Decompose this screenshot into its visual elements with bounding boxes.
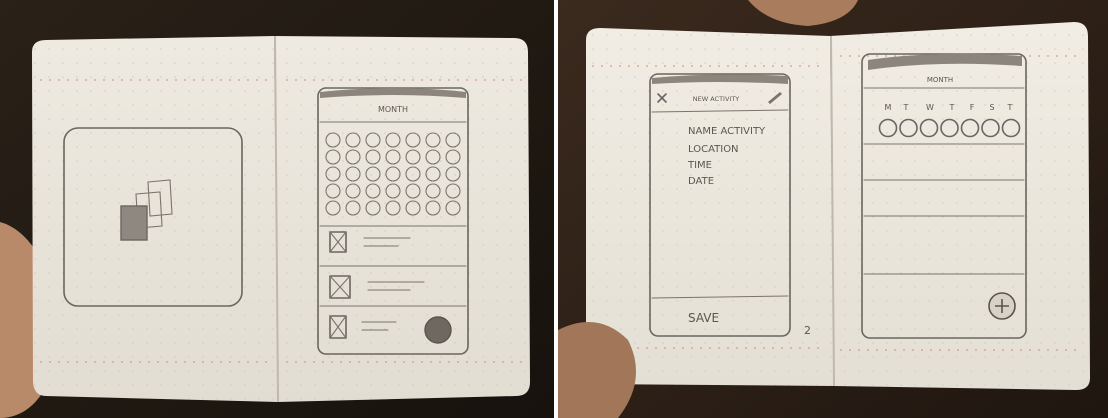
weekday-label: F: [970, 103, 975, 112]
new-activity-header-title: NEW ACTIVITY: [693, 95, 740, 103]
photo-right: NEW ACTIVITY NAME ACTIVITY LOCATION TIME…: [558, 0, 1108, 418]
field-date: DATE: [688, 176, 714, 187]
weekday-label: M: [885, 103, 892, 112]
field-time: TIME: [687, 160, 712, 171]
save-label: SAVE: [688, 311, 719, 325]
photo-collage: MONTH NEW ACTIVITY NAME ACTIVITY LOCATIO…: [0, 0, 1108, 418]
fab-button: [424, 316, 452, 344]
photo-left: MONTH: [0, 0, 554, 418]
month-title: MONTH: [927, 76, 953, 84]
weekday-label: W: [926, 103, 934, 112]
stack-card-front: [120, 205, 148, 241]
notebook-left: MONTH: [0, 0, 554, 418]
weekday-label: S: [989, 103, 994, 112]
weekday-label: T: [1007, 103, 1013, 112]
notebook-right: NEW ACTIVITY NAME ACTIVITY LOCATION TIME…: [558, 0, 1108, 418]
field-name-activity: NAME ACTIVITY: [688, 126, 766, 137]
field-location: LOCATION: [688, 144, 739, 155]
weekday-label: T: [949, 103, 955, 112]
page-mark: 2: [804, 324, 811, 337]
weekday-label: T: [903, 103, 909, 112]
month-title: MONTH: [378, 105, 408, 114]
